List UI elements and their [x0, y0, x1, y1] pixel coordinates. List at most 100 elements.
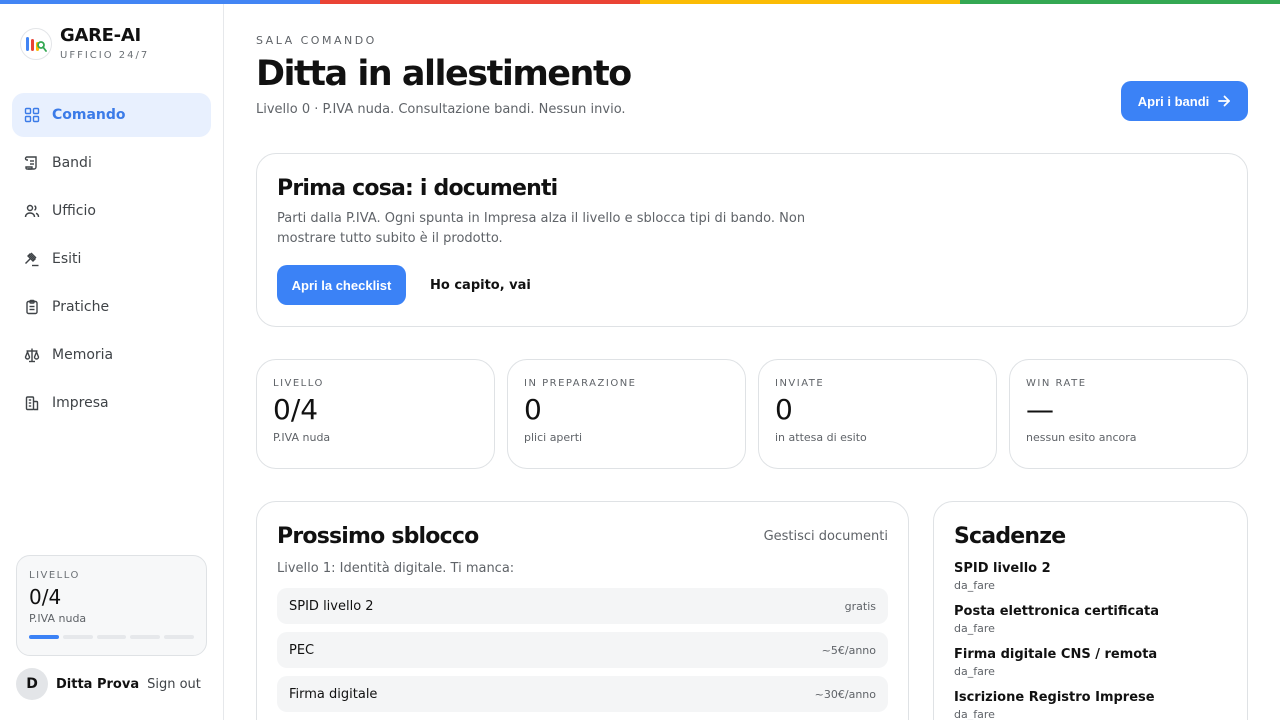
scale-icon: [24, 347, 40, 363]
sidebar-item-memoria[interactable]: Memoria: [12, 333, 211, 377]
deadline-list: SPID livello 2 da_fare Posta elettronica…: [954, 561, 1227, 720]
got-it-button[interactable]: Ho capito, vai: [430, 278, 531, 293]
requirement-name: PEC: [289, 642, 315, 658]
level-progress-segment: [96, 635, 127, 639]
stat-value: 0/4: [273, 393, 319, 426]
level-progress-segment: [164, 635, 194, 639]
level-progress-segment: [62, 635, 93, 639]
brand[interactable]: GARE-AI UFFICIO 24/7: [20, 26, 149, 61]
requirement-cost: ~30€/anno: [814, 687, 876, 701]
page-eyebrow: SALA COMANDO: [256, 34, 377, 47]
stat-sub: in attesa di esito: [775, 431, 867, 444]
brand-logo-icon: [20, 27, 52, 60]
deadline-name: Iscrizione Registro Imprese: [954, 690, 1155, 705]
manage-documents-link[interactable]: Gestisci documenti: [764, 529, 888, 544]
level-card-label: LIVELLO: [29, 570, 80, 581]
stat-card-inviate: INVIATE 0 in attesa di esito: [758, 359, 997, 469]
deadline-status: da_fare: [954, 579, 995, 592]
sidebar-item-label: Comando: [52, 107, 126, 123]
grid-icon: [24, 107, 40, 123]
brand-subtitle: UFFICIO 24/7: [60, 50, 150, 61]
page-title: Ditta in allestimento: [256, 54, 632, 94]
next-unlock-card: Prossimo sblocco Gestisci documenti Live…: [256, 501, 909, 720]
scroll-icon: [24, 155, 40, 171]
list-item: Iscrizione Registro Imprese da_fare: [954, 690, 1227, 720]
level-card-value: 0/4: [29, 585, 62, 609]
sidebar-item-ufficio[interactable]: Ufficio: [12, 189, 211, 233]
deadline-name: SPID livello 2: [954, 561, 1051, 576]
deadline-status: da_fare: [954, 665, 995, 678]
top-bar-yellow: [640, 0, 960, 4]
next-unlock-subtitle: Livello 1: Identità digitale. Ti manca:: [277, 561, 515, 576]
list-item: SPID livello 2 da_fare: [954, 561, 1227, 592]
requirement-cost: ~5€/anno: [821, 643, 876, 657]
avatar[interactable]: D: [16, 668, 48, 700]
top-bar-red: [320, 0, 640, 4]
user-name: Ditta Prova: [56, 676, 140, 692]
stat-label: INVIATE: [775, 378, 825, 389]
deadline-status: da_fare: [954, 708, 995, 720]
page-subtitle: Livello 0 · P.IVA nuda. Consultazione ba…: [256, 102, 626, 117]
list-item: Firma digitale CNS / remota da_fare: [954, 647, 1227, 678]
clipboard-icon: [24, 299, 40, 315]
users-icon: [24, 203, 40, 219]
level-progress-segment: [29, 635, 59, 639]
deadline-name: Posta elettronica certificata: [954, 604, 1159, 619]
stat-value: —: [1026, 393, 1054, 426]
level-card: LIVELLO 0/4 P.IVA nuda: [16, 555, 207, 656]
requirement-list: SPID livello 2 gratis PEC ~5€/anno Firma…: [277, 588, 888, 712]
stat-value: 0: [775, 393, 793, 426]
sidebar-item-label: Bandi: [52, 155, 92, 171]
requirement-name: Firma digitale: [289, 686, 378, 702]
stat-sub: P.IVA nuda: [273, 431, 331, 444]
next-unlock-title: Prossimo sblocco: [277, 524, 479, 549]
list-item[interactable]: PEC ~5€/anno: [277, 632, 888, 668]
level-progress-bar: [29, 635, 194, 639]
stat-value: 0: [524, 393, 542, 426]
sidebar-item-comando[interactable]: Comando: [12, 93, 211, 137]
stat-label: IN PREPARAZIONE: [524, 378, 637, 389]
top-bar-green: [960, 0, 1280, 4]
stat-card-in-preparazione: IN PREPARAZIONE 0 plici aperti: [507, 359, 746, 469]
documents-card-text: Parti dalla P.IVA. Ogni spunta in Impres…: [277, 211, 806, 246]
sidebar-item-pratiche[interactable]: Pratiche: [12, 285, 211, 329]
documents-card-title: Prima cosa: i documenti: [277, 176, 558, 201]
level-card-sub: P.IVA nuda: [29, 612, 87, 625]
sidebar-item-bandi[interactable]: Bandi: [12, 141, 211, 185]
sidebar-item-label: Memoria: [52, 347, 114, 363]
list-item: Posta elettronica certificata da_fare: [954, 604, 1227, 635]
list-item[interactable]: Firma digitale ~30€/anno: [277, 676, 888, 712]
requirement-cost: gratis: [844, 599, 876, 613]
sidebar-item-label: Ufficio: [52, 203, 96, 219]
brand-title: GARE-AI: [60, 25, 141, 46]
sidebar: GARE-AI UFFICIO 24/7 Comando Bandi Uffic…: [0, 4, 224, 720]
building-icon: [24, 395, 40, 411]
deadlines-card: Scadenze SPID livello 2 da_fare Posta el…: [933, 501, 1248, 720]
gavel-icon: [24, 251, 40, 267]
sidebar-item-esiti[interactable]: Esiti: [12, 237, 211, 281]
sign-out-link[interactable]: Sign out: [147, 677, 201, 692]
deadlines-title: Scadenze: [954, 524, 1066, 549]
open-bandi-label: Apri i bandi: [1137, 93, 1210, 109]
sidebar-item-label: Esiti: [52, 251, 82, 267]
sidebar-item-label: Impresa: [52, 395, 109, 411]
stat-label: WIN RATE: [1026, 378, 1087, 389]
requirement-name: SPID livello 2: [289, 598, 374, 614]
arrow-right-icon: [1217, 94, 1231, 108]
open-checklist-button[interactable]: Apri la checklist: [277, 265, 406, 305]
user-block: D Ditta Prova Sign out: [16, 668, 201, 700]
stat-sub: plici aperti: [524, 431, 583, 444]
stat-card-livello: LIVELLO 0/4 P.IVA nuda: [256, 359, 495, 469]
deadline-status: da_fare: [954, 622, 995, 635]
stat-sub: nessun esito ancora: [1026, 431, 1137, 444]
documents-card: Prima cosa: i documenti Parti dalla P.IV…: [256, 153, 1248, 327]
level-progress-segment: [130, 635, 161, 639]
sidebar-nav: Comando Bandi Ufficio Esiti Pratiche Mem…: [12, 93, 211, 429]
sidebar-item-impresa[interactable]: Impresa: [12, 381, 211, 425]
list-item[interactable]: SPID livello 2 gratis: [277, 588, 888, 624]
stat-label: LIVELLO: [273, 378, 324, 389]
open-bandi-button[interactable]: Apri i bandi: [1121, 81, 1248, 121]
stat-card-win-rate: WIN RATE — nessun esito ancora: [1009, 359, 1248, 469]
sidebar-item-label: Pratiche: [52, 299, 110, 315]
deadline-name: Firma digitale CNS / remota: [954, 647, 1158, 662]
